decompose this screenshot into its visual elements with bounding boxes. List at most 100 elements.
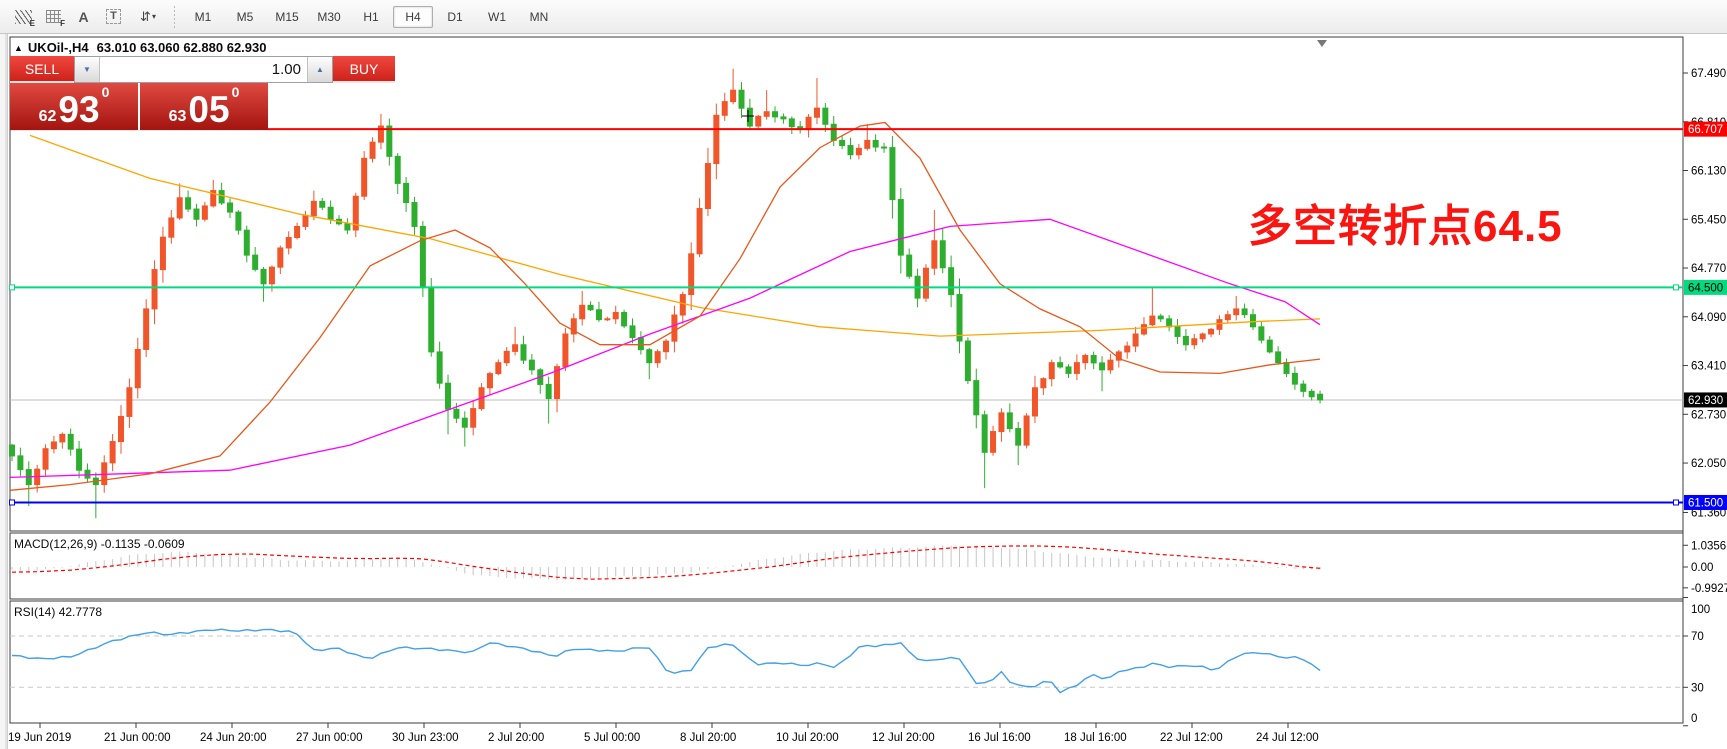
volume-decrease-button[interactable]: ▼ (75, 57, 100, 82)
candle-body (1091, 355, 1096, 362)
candle-body (1049, 363, 1054, 379)
candle-body (504, 351, 509, 362)
candle-body (680, 295, 685, 315)
candle-body (152, 270, 157, 309)
candle-body (110, 442, 115, 463)
macd-indicator-label: MACD(12,26,9) -0.1135 -0.0609 (14, 537, 185, 551)
candle-body (1032, 388, 1037, 416)
candle-body (68, 434, 73, 449)
candle-body (228, 203, 233, 212)
timeframe-button-group: M1M5M15M30H1H4D1W1MN (183, 6, 561, 28)
time-tick-label: 8 Jul 20:00 (680, 732, 736, 744)
volume-input[interactable] (100, 57, 307, 82)
timeframe-H1[interactable]: H1 (351, 6, 391, 28)
trade-panel-price-row: 62 93 0 63 05 0 (10, 83, 268, 130)
candle-body (789, 119, 794, 127)
time-tick-label: 22 Jul 12:00 (1160, 732, 1223, 744)
candle-body (714, 115, 719, 163)
candle-body (404, 183, 409, 202)
timeframe-M15[interactable]: M15 (267, 6, 307, 28)
time-tick-label: 10 Jul 20:00 (776, 732, 839, 744)
time-tick-label: 24 Jun 20:00 (200, 732, 267, 744)
candle-body (907, 255, 912, 276)
candle-body (1209, 329, 1214, 334)
toolbar-separator (174, 6, 175, 28)
sell-button[interactable]: SELL (10, 56, 74, 83)
candle-body (119, 416, 124, 441)
candle-body (764, 112, 769, 117)
candle-body (487, 374, 492, 388)
candle-body (840, 140, 845, 145)
buy-price-box[interactable]: 63 05 0 (140, 83, 268, 130)
text-label-icon: A (78, 9, 88, 25)
candle-body (194, 209, 199, 219)
candle-body (286, 238, 291, 248)
macd-values: -0.1135 -0.0609 (101, 537, 185, 551)
candle-body (1007, 413, 1012, 429)
arrow-objects-tool-button[interactable]: ⇵ ▾ (130, 4, 166, 29)
timeframe-W1[interactable]: W1 (477, 6, 517, 28)
timeframe-H4-active[interactable]: H4 (393, 6, 433, 28)
text-box-tool-button[interactable]: T (100, 4, 127, 29)
buy-button[interactable]: BUY (333, 56, 395, 83)
candle-body (186, 198, 191, 209)
volume-increase-button[interactable]: ▲ (307, 57, 332, 82)
candle-body (219, 191, 224, 203)
left-window-gutter[interactable] (0, 33, 8, 749)
candle-body (932, 241, 937, 268)
chart-title: ▲UKOil-,H463.010 63.060 62.880 62.930 (14, 40, 266, 55)
sell-price-box[interactable]: 62 93 0 (10, 83, 140, 130)
candle-body (202, 206, 207, 219)
timeframe-MN[interactable]: MN (519, 6, 559, 28)
candle-body (949, 268, 954, 295)
indicator-hatch-tool-button[interactable]: E (10, 4, 37, 29)
text-box-icon: T (106, 9, 121, 24)
resistance-line-66707-axis-label: 66.707 (1688, 124, 1723, 136)
candle-body (60, 434, 65, 442)
time-tick-label: 2 Jul 20:00 (488, 732, 544, 744)
pivot-line-64500-handle[interactable] (1674, 285, 1679, 290)
candle-body (521, 345, 526, 360)
time-tick-label: 19 Jun 2019 (8, 732, 71, 744)
candle-body (982, 415, 987, 452)
price-tick-label: 66.130 (1691, 166, 1726, 178)
grid-tool-button[interactable]: F (40, 4, 67, 29)
candle-body (1041, 379, 1046, 388)
candle-body (1217, 320, 1222, 330)
candle-body (1250, 315, 1255, 327)
trading-terminal-window: E F A T ⇵ ▾ M1M5M15M30H1H4D1W1MN 67.4906… (0, 0, 1727, 749)
hatch-tool-sublabel: E (30, 19, 35, 28)
candle-body (957, 295, 962, 341)
candle-body (1024, 416, 1029, 445)
price-tick-label: 62.050 (1691, 458, 1726, 470)
pivot-line-64500-handle[interactable] (10, 285, 15, 290)
candle-body (169, 218, 174, 237)
candle-body (387, 126, 392, 156)
price-tick-label: 63.410 (1691, 361, 1726, 373)
pivot-line-64500-axis-label: 64.500 (1688, 282, 1723, 294)
annotation-text: 多空转折点64.5 (1248, 190, 1563, 254)
timeframe-M1[interactable]: M1 (183, 6, 223, 28)
candle-body (362, 158, 367, 196)
candle-body (1125, 346, 1130, 352)
macd-pane[interactable] (10, 533, 1683, 599)
support-line-61500-handle[interactable] (1674, 500, 1679, 505)
chevron-down-icon: ▾ (152, 12, 156, 21)
text-label-tool-button[interactable]: A (70, 4, 97, 29)
support-line-61500-handle[interactable] (10, 500, 15, 505)
timeframe-M30[interactable]: M30 (309, 6, 349, 28)
candle-body (588, 305, 593, 309)
timeframe-M5[interactable]: M5 (225, 6, 265, 28)
candle-body (1108, 360, 1113, 370)
candle-body (437, 352, 442, 383)
time-tick-label: 16 Jul 16:00 (968, 732, 1031, 744)
candle-body (848, 146, 853, 155)
timeframe-D1[interactable]: D1 (435, 6, 475, 28)
rsi-pane[interactable] (10, 601, 1683, 723)
sell-price-whole: 62 (39, 107, 57, 127)
candle-body (731, 90, 736, 101)
candle-body (1242, 309, 1247, 315)
candle-body (647, 350, 652, 363)
candle-body (563, 334, 568, 367)
candle-body (991, 432, 996, 453)
